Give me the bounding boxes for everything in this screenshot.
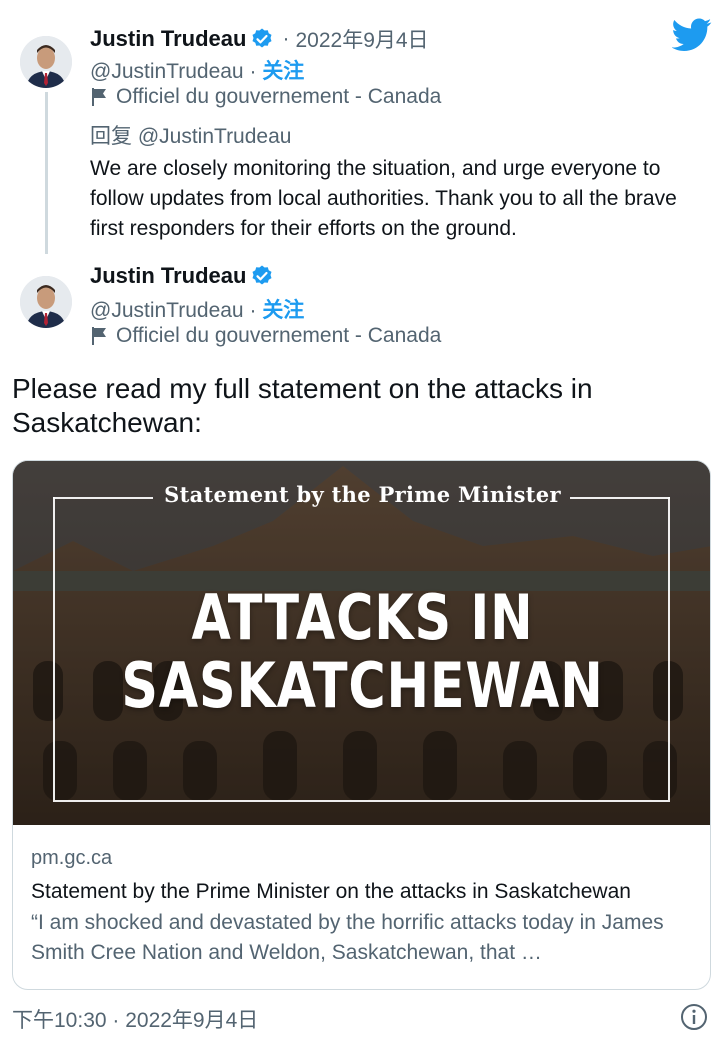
twitter-bird-icon[interactable] <box>671 18 712 52</box>
image-title-line2: SASKATCHEWAN <box>121 649 604 722</box>
follow-button[interactable]: 关注 <box>262 299 304 322</box>
flag-icon <box>90 87 108 107</box>
government-label-text: Officiel du gouvernement - Canada <box>116 85 442 108</box>
follow-separator: · <box>249 60 257 83</box>
avatar[interactable] <box>20 36 72 88</box>
card-description: “I am shocked and devastated by the horr… <box>31 911 664 964</box>
author-name[interactable]: Justin Trudeau <box>90 26 246 52</box>
reply-tweet-header: Justin Trudeau · 2022年9月4日 <box>90 24 429 54</box>
replying-to-handle[interactable]: @JustinTrudeau <box>138 125 292 148</box>
handle-row: @JustinTrudeau · 关注 <box>90 294 304 324</box>
card-body: pm.gc.ca Statement by the Prime Minister… <box>13 825 710 968</box>
follow-separator: · <box>249 299 257 322</box>
image-title-line1: ATTACKS IN <box>191 581 534 654</box>
verified-badge-icon <box>250 27 274 51</box>
replying-to-prefix: 回复 <box>90 125 132 148</box>
follow-button[interactable]: 关注 <box>262 60 304 83</box>
card-title: Statement by the Prime Minister on the a… <box>31 880 631 903</box>
flag-icon <box>90 326 108 346</box>
government-label[interactable]: Officiel du gouvernement - Canada <box>90 324 441 348</box>
tweet-timestamp[interactable]: 下午10:30 · 2022年9月4日 <box>12 1004 258 1034</box>
card-image[interactable]: Statement by the Prime Minister ATTACKS … <box>13 461 710 825</box>
link-card[interactable]: Statement by the Prime Minister ATTACKS … <box>12 460 711 990</box>
government-label[interactable]: Officiel du gouvernement - Canada <box>90 85 441 109</box>
reply-tweet-text: We are closely monitoring the situation,… <box>90 157 677 240</box>
handle-row: @JustinTrudeau · 关注 <box>90 55 304 85</box>
avatar[interactable] <box>20 276 72 328</box>
author-handle[interactable]: @JustinTrudeau <box>90 60 244 83</box>
government-label-text: Officiel du gouvernement - Canada <box>116 324 442 347</box>
main-tweet-text: Please read my full statement on the att… <box>12 373 593 438</box>
thread-connector-line <box>45 92 48 254</box>
main-tweet-header: Justin Trudeau <box>90 263 274 289</box>
replying-to: 回复 @JustinTrudeau <box>90 120 291 150</box>
verified-badge-icon <box>250 264 274 288</box>
author-handle[interactable]: @JustinTrudeau <box>90 299 244 322</box>
image-header: Statement by the Prime Minister <box>164 482 561 507</box>
info-icon[interactable] <box>680 1003 708 1031</box>
card-domain: pm.gc.ca <box>31 847 113 869</box>
author-name[interactable]: Justin Trudeau <box>90 263 246 289</box>
date-separator: · <box>282 27 290 50</box>
tweet-date[interactable]: 2022年9月4日 <box>295 24 428 54</box>
